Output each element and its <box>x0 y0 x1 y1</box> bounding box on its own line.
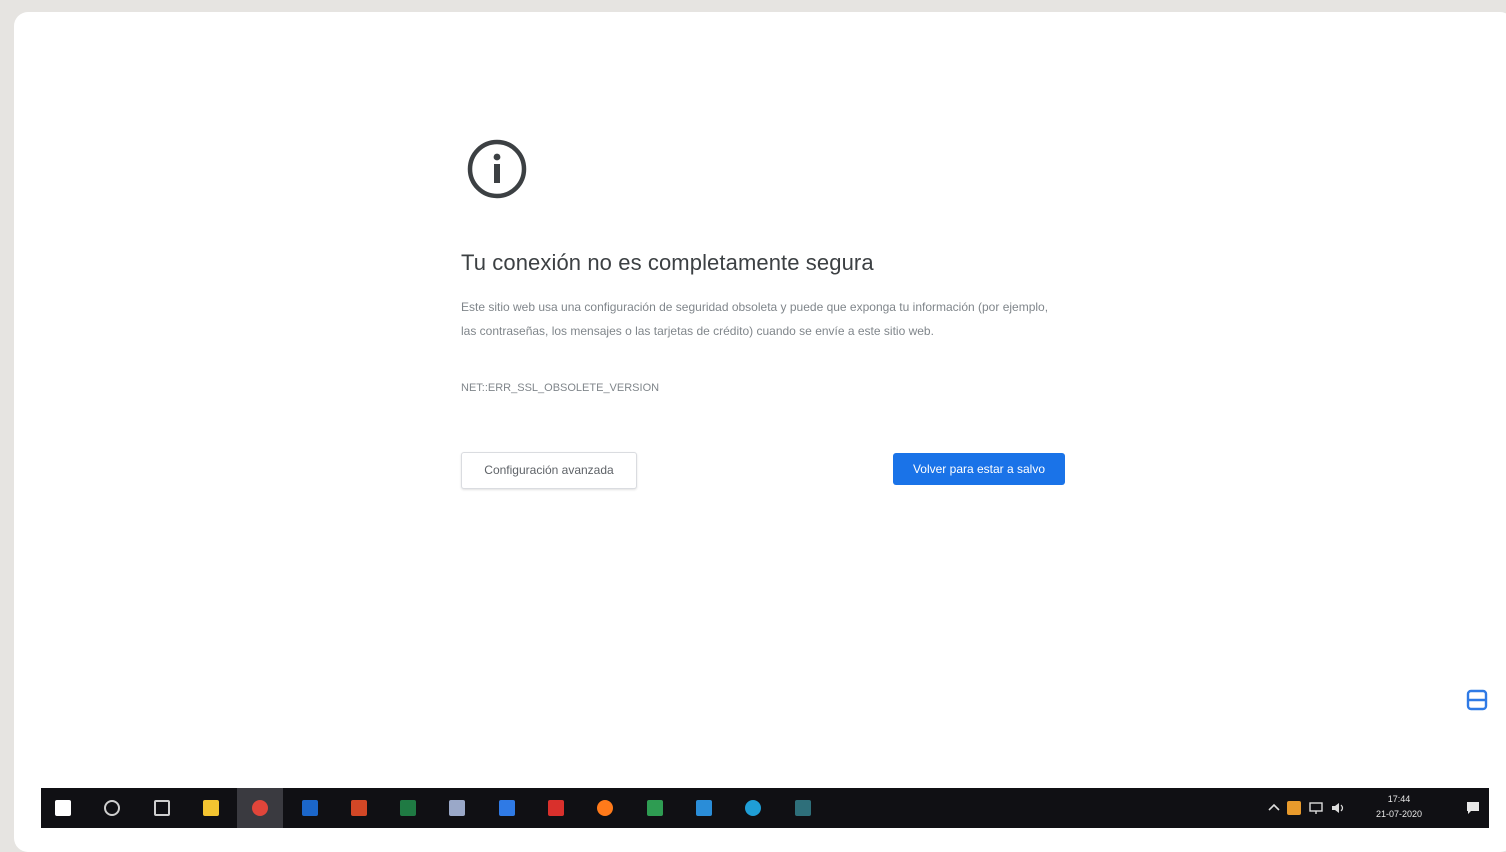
chrome-glyph <box>252 800 268 816</box>
task-view-icon[interactable] <box>148 794 176 822</box>
error-code: NET::ERR_SSL_OBSOLETE_VERSION <box>461 382 660 394</box>
firefox-glyph <box>597 800 613 816</box>
page-title: Tu conexión no es completamente segura <box>461 250 874 275</box>
edge-icon[interactable] <box>739 794 767 822</box>
taskbar: 17:44 21-07-2020 <box>41 788 1489 828</box>
sheets-app-glyph <box>647 800 663 816</box>
dropbox-glyph <box>449 800 465 816</box>
edge-glyph <box>745 800 761 816</box>
word-icon[interactable] <box>493 794 521 822</box>
firefox-icon[interactable] <box>591 794 619 822</box>
volume-icon[interactable] <box>1331 801 1345 815</box>
system-tray: 17:44 21-07-2020 <box>1259 788 1489 828</box>
advanced-settings-button[interactable]: Configuración avanzada <box>461 452 637 489</box>
sheets-app-icon[interactable] <box>641 794 669 822</box>
outlook-icon[interactable] <box>296 794 324 822</box>
word-glyph <box>499 800 515 816</box>
chevron-up-icon[interactable] <box>1267 801 1281 815</box>
excel-icon[interactable] <box>394 794 422 822</box>
search-glyph <box>104 800 120 816</box>
outlook-glyph <box>302 800 318 816</box>
screenshot-capture-icon[interactable] <box>1466 688 1488 712</box>
terminal-app-glyph <box>795 800 811 816</box>
clock-date: 21-07-2020 <box>1375 809 1423 819</box>
acrobat-glyph <box>548 800 564 816</box>
powerpoint-glyph <box>351 800 367 816</box>
windows-start-glyph <box>55 800 71 816</box>
error-description: Este sitio web usa una configuración de … <box>461 300 1049 338</box>
info-icon <box>467 139 527 199</box>
clock[interactable]: 17:44 21-07-2020 <box>1367 792 1431 822</box>
windows-start-icon[interactable] <box>49 794 77 822</box>
network-icon[interactable] <box>1309 801 1323 815</box>
search-icon[interactable] <box>98 794 126 822</box>
terminal-app-icon[interactable] <box>789 794 817 822</box>
browser-content <box>14 12 1506 852</box>
vscode-icon[interactable] <box>690 794 718 822</box>
acrobat-icon[interactable] <box>542 794 570 822</box>
file-explorer-glyph <box>203 800 219 816</box>
vscode-glyph <box>696 800 712 816</box>
file-explorer-icon[interactable] <box>197 794 225 822</box>
powerpoint-icon[interactable] <box>345 794 373 822</box>
chrome-icon[interactable] <box>246 794 274 822</box>
dropbox-icon[interactable] <box>443 794 471 822</box>
notification-app-icon[interactable] <box>1287 801 1301 815</box>
excel-glyph <box>400 800 416 816</box>
action-center-icon[interactable] <box>1465 800 1481 816</box>
back-to-safety-button[interactable]: Volver para estar a salvo <box>893 453 1065 485</box>
clock-time: 17:44 <box>1387 794 1411 804</box>
task-view-glyph <box>154 800 170 816</box>
